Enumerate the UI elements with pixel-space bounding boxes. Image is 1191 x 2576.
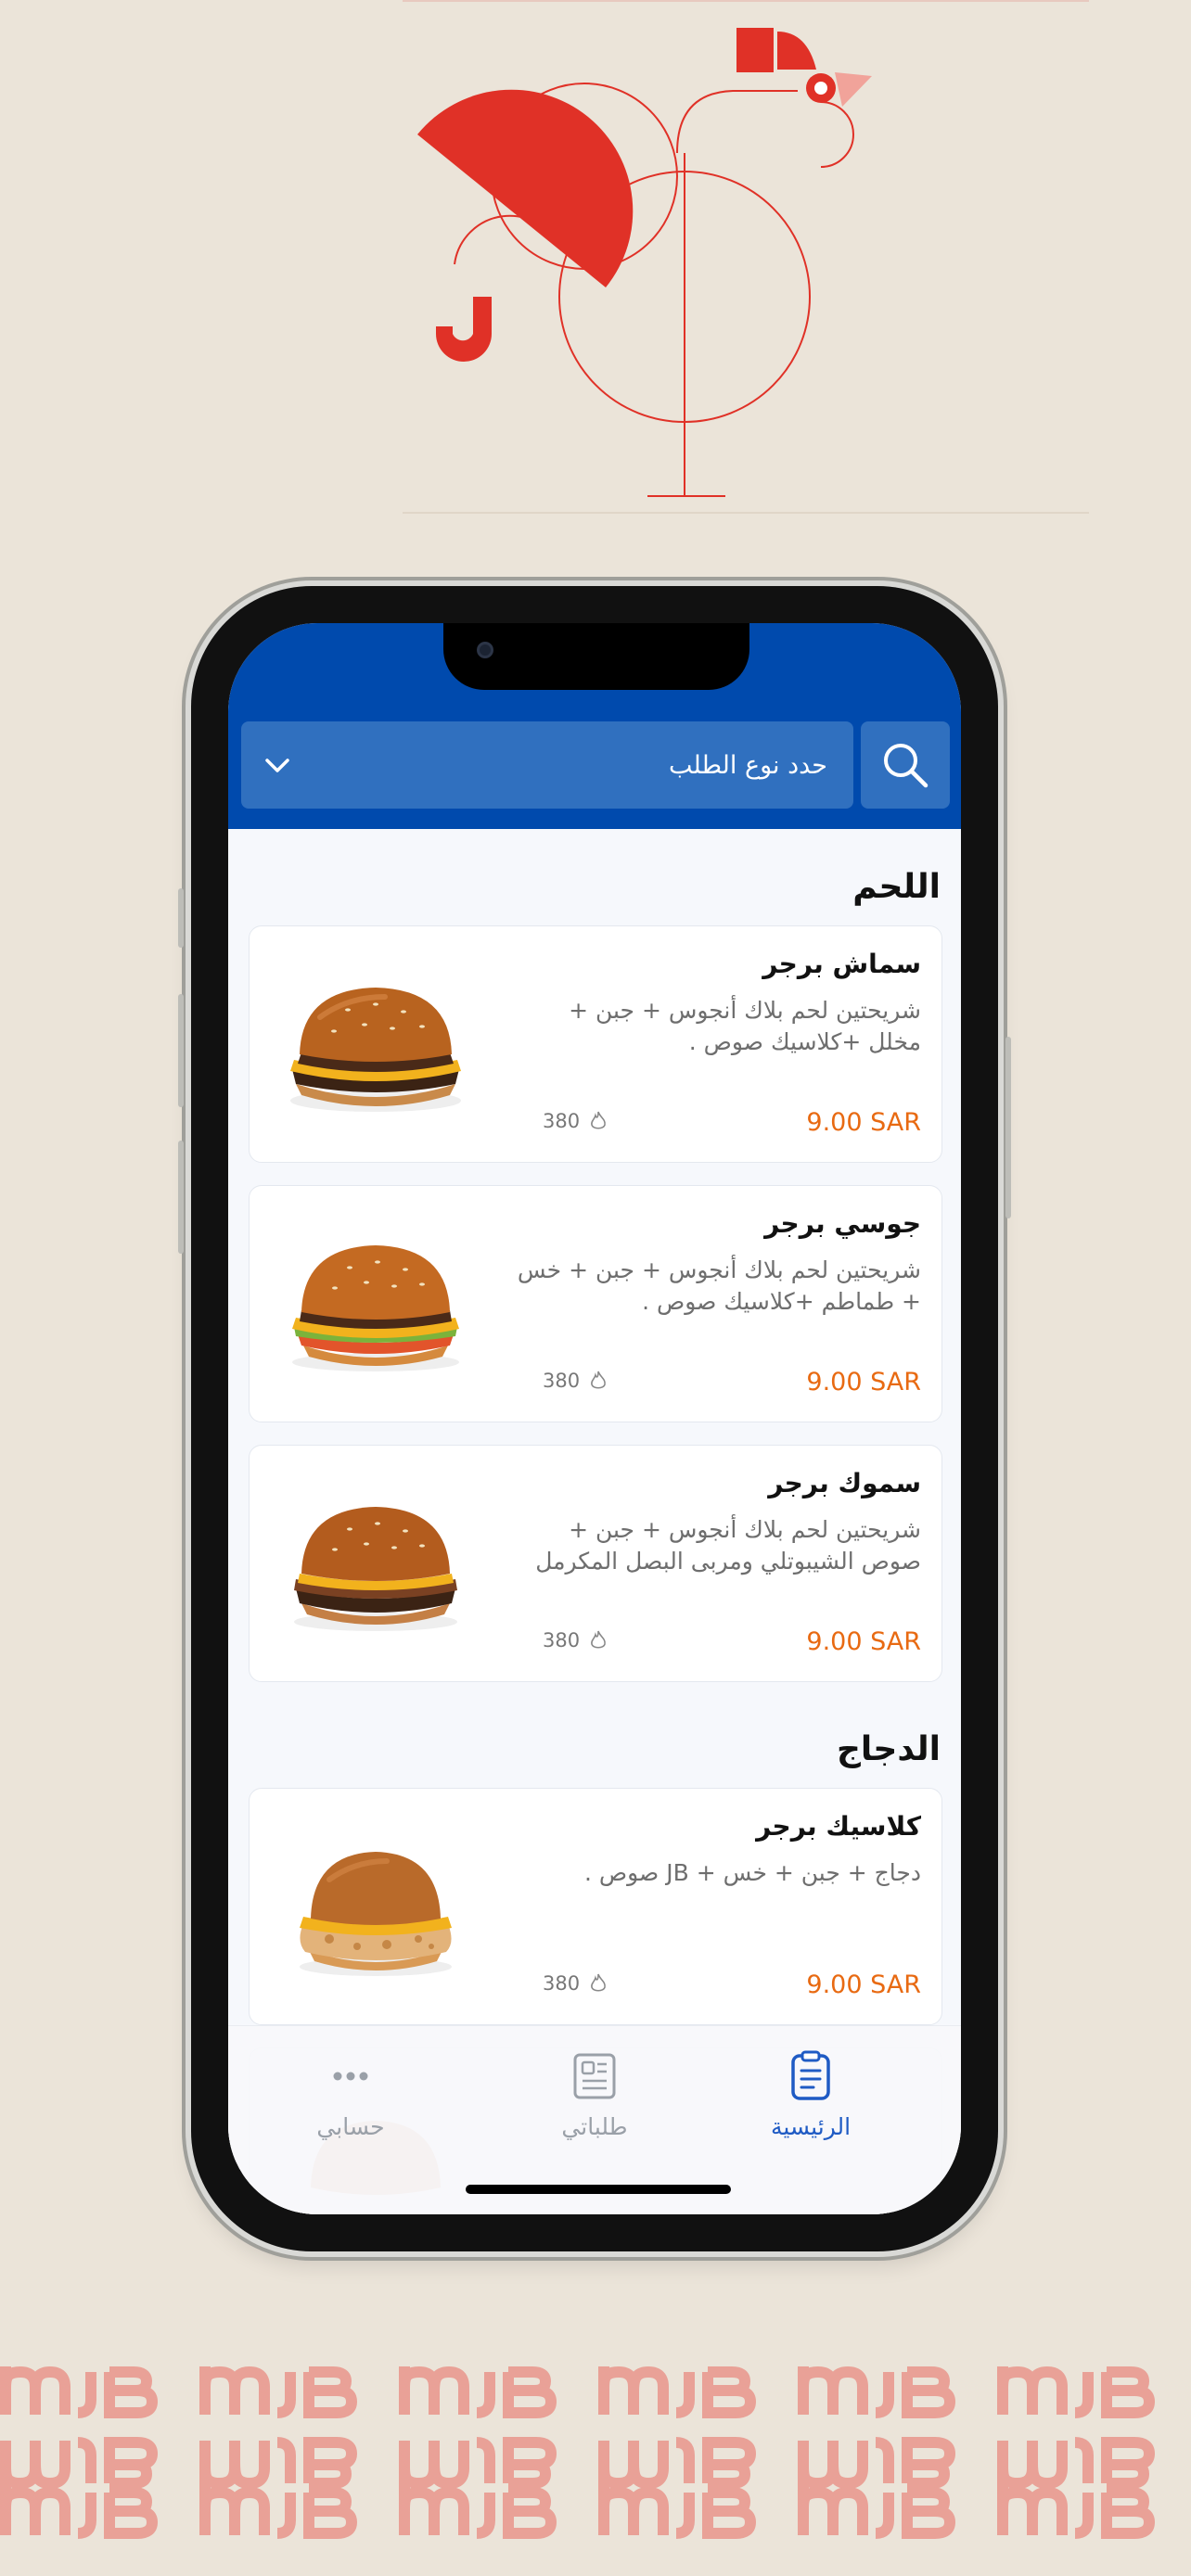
item-price: 9.00 SAR: [806, 1108, 921, 1137]
item-calories: 380: [543, 1110, 608, 1132]
phone-frame: حدد نوع الطلب اللحم سماش برجر شريحتين لح…: [178, 586, 1011, 2251]
search-button[interactable]: [861, 721, 950, 809]
calories-value: 380: [543, 1972, 581, 1995]
tab-account-label: حسابي: [316, 2113, 385, 2140]
brand-pattern: [0, 2363, 1191, 2576]
rooster-logo: [417, 28, 872, 497]
smash-burger-image: [290, 988, 461, 1112]
top-divider: [403, 0, 1089, 2]
phone-side-button: [1005, 1037, 1011, 1218]
item-price: 9.00 SAR: [806, 1368, 921, 1396]
tab-home-label: الرئيسية: [770, 2113, 852, 2140]
menu-content: اللحم سماش برجر شريحتين لحم بلاك أنجوس +…: [228, 829, 961, 2214]
pattern-row-1: [6, 2372, 1149, 2413]
item-calories: 380: [543, 1370, 608, 1392]
home-indicator: [466, 2185, 731, 2194]
tab-orders[interactable]: طلباتي: [520, 2050, 669, 2140]
receipt-icon: [573, 2053, 616, 2099]
app-screen: حدد نوع الطلب اللحم سماش برجر شريحتين لح…: [228, 623, 961, 2214]
menu-item-card[interactable]: كلاسيك برجر دجاج + جبن + خس + JB صوص . 9…: [249, 1788, 942, 2025]
phone-volume-up: [178, 994, 184, 1107]
order-type-placeholder: حدد نوع الطلب: [669, 750, 827, 780]
calories-value: 380: [543, 1629, 581, 1651]
notch: [443, 623, 749, 690]
item-name: سماش برجر: [762, 949, 921, 979]
item-name: جوسي برجر: [764, 1208, 921, 1239]
search-icon: [884, 744, 928, 788]
section-title-chicken: الدجاج: [836, 1730, 941, 1768]
tab-home[interactable]: الرئيسية: [736, 2050, 885, 2140]
flame-icon: [591, 1371, 606, 1389]
item-calories: 380: [543, 1629, 608, 1651]
calories-value: 380: [543, 1110, 581, 1132]
flame-icon: [591, 1111, 606, 1129]
item-description: شريحتين لحم بلاك أنجوس + جبن + مخلل +كلا…: [569, 997, 921, 1055]
menu-item-card[interactable]: سموك برجر شريحتين لحم بلاك أنجوس + جبن +…: [249, 1445, 942, 1682]
item-name: كلاسيك برجر: [756, 1811, 921, 1842]
item-price: 9.00 SAR: [806, 1970, 921, 1999]
flame-icon: [591, 1973, 606, 1992]
tab-account[interactable]: حسابي: [276, 2050, 425, 2140]
item-description: دجاج + جبن + خس + JB صوص .: [584, 1859, 921, 1886]
clipboard-menu-icon: [791, 2050, 830, 2100]
camera-icon: [477, 642, 493, 658]
order-type-select[interactable]: حدد نوع الطلب: [241, 721, 853, 809]
calories-value: 380: [543, 1370, 581, 1392]
menu-item-card[interactable]: جوسي برجر شريحتين لحم بلاك أنجوس + جبن +…: [249, 1185, 942, 1422]
section-title-meat: اللحم: [852, 868, 941, 906]
classic-chicken-burger-image: [300, 1852, 452, 1976]
chevron-down-icon: [265, 759, 289, 772]
flame-icon: [591, 1630, 606, 1649]
phone-volume-down: [178, 1141, 184, 1254]
menu-item-card[interactable]: سماش برجر شريحتين لحم بلاك أنجوس + جبن +…: [249, 925, 942, 1163]
section-divider: [403, 512, 1089, 514]
pattern-row-3: [6, 2493, 1149, 2533]
item-price: 9.00 SAR: [806, 1627, 921, 1656]
smoke-burger-image: [294, 1507, 457, 1631]
item-calories: 380: [543, 1972, 608, 1995]
item-description: شريحتين لحم بلاك أنجوس + جبن + خس + طماط…: [517, 1256, 921, 1315]
phone-mute-switch: [178, 888, 184, 948]
pattern-row-2: [6, 2442, 1149, 2483]
juicy-burger-image: [292, 1245, 459, 1371]
item-name: سموك برجر: [768, 1468, 921, 1498]
more-dots-icon: [333, 2072, 368, 2081]
tab-orders-label: طلباتي: [561, 2113, 628, 2140]
item-description: شريحتين لحم بلاك أنجوس + جبن + صوص الشيب…: [535, 1516, 921, 1575]
